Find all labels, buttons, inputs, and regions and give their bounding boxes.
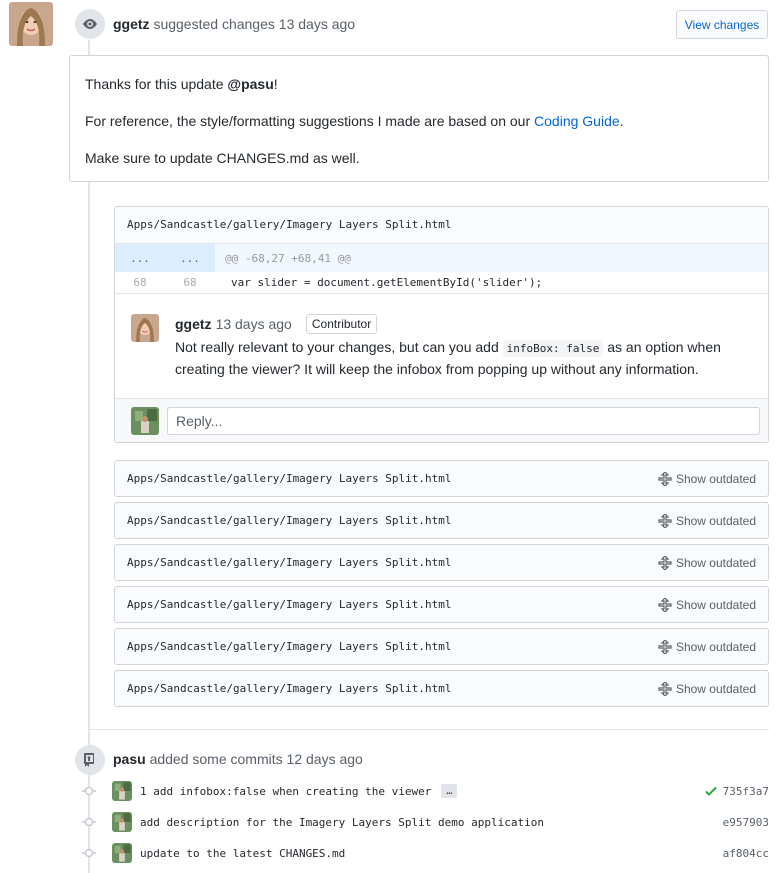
show-outdated-button[interactable]: Show outdated bbox=[658, 555, 756, 570]
diff-hunk-header: ... ... @@ -68,27 +68,41 @@ bbox=[115, 244, 768, 272]
avatar[interactable] bbox=[131, 314, 159, 342]
show-outdated-label: Show outdated bbox=[675, 471, 756, 486]
commit-dot-icon bbox=[80, 846, 98, 860]
code-text: var slider = document.getElementById('sl… bbox=[231, 276, 543, 289]
show-outdated-label: Show outdated bbox=[675, 639, 756, 654]
text: Thanks for this update bbox=[85, 76, 228, 92]
commits-action: added some commits bbox=[149, 751, 283, 767]
reply-area bbox=[115, 399, 768, 442]
unfold-icon bbox=[658, 597, 672, 612]
show-outdated-button[interactable]: Show outdated bbox=[658, 471, 756, 486]
commit-message[interactable]: 1 add infobox:false when creating the vi… bbox=[140, 785, 431, 798]
hunk-left-expander[interactable]: ... bbox=[115, 244, 165, 272]
check-icon[interactable] bbox=[704, 785, 717, 797]
commit-dot-icon bbox=[80, 784, 98, 798]
commit-message[interactable]: update to the latest CHANGES.md bbox=[140, 847, 345, 860]
outdated-file-2[interactable]: Apps/Sandcastle/gallery/Imagery Layers S… bbox=[114, 502, 769, 539]
file-path[interactable]: Apps/Sandcastle/gallery/Imagery Layers S… bbox=[115, 207, 768, 244]
commit-sha-group: 735f3a7 bbox=[704, 785, 769, 798]
avatar[interactable] bbox=[131, 407, 159, 435]
timeline-divider bbox=[89, 729, 769, 730]
comment-author[interactable]: ggetz bbox=[175, 316, 212, 332]
eye-icon bbox=[75, 9, 105, 39]
file-path[interactable]: Apps/Sandcastle/gallery/Imagery Layers S… bbox=[127, 556, 452, 569]
view-changes-button[interactable]: View changes bbox=[676, 10, 768, 39]
diff-code-line: 68 68 var slider = document.getElementBy… bbox=[115, 272, 768, 294]
commit-sha-group: af804cc bbox=[723, 847, 769, 860]
commit-sha[interactable]: af804cc bbox=[723, 847, 769, 860]
show-outdated-label: Show outdated bbox=[675, 681, 756, 696]
text: For reference, the style/formatting sugg… bbox=[85, 113, 535, 129]
file-path[interactable]: Apps/Sandcastle/gallery/Imagery Layers S… bbox=[127, 598, 452, 611]
outdated-file-5[interactable]: Apps/Sandcastle/gallery/Imagery Layers S… bbox=[114, 628, 769, 665]
unfold-icon bbox=[658, 513, 672, 528]
unfold-icon bbox=[658, 471, 672, 486]
review-author[interactable]: ggetz bbox=[113, 16, 150, 32]
user-mention[interactable]: @pasu bbox=[227, 76, 273, 92]
avatar[interactable] bbox=[9, 2, 53, 46]
comment-meta: ggetz 13 days ago Contributor bbox=[175, 314, 378, 334]
commit-sha-group: e957903 bbox=[723, 816, 769, 829]
commit-row: update to the latest CHANGES.md af804cc bbox=[80, 842, 769, 864]
commit-row: add description for the Imagery Layers S… bbox=[80, 811, 769, 833]
line-number-right[interactable]: 68 bbox=[165, 272, 215, 293]
inline-comment: ggetz 13 days ago Contributor Not really… bbox=[115, 294, 768, 399]
repo-push-icon bbox=[75, 745, 105, 775]
text: . bbox=[619, 113, 624, 129]
commits-author[interactable]: pasu bbox=[113, 751, 146, 767]
review-line-1: Thanks for this update @pasu! bbox=[85, 74, 753, 94]
show-outdated-button[interactable]: Show outdated bbox=[658, 597, 756, 612]
hunk-right-expander[interactable]: ... bbox=[165, 244, 215, 272]
show-outdated-button[interactable]: Show outdated bbox=[658, 513, 756, 528]
comment-text: Not really relevant to your changes, but… bbox=[175, 337, 745, 380]
coding-guide-link[interactable]: Coding Guide bbox=[534, 113, 620, 129]
review-action: suggested changes bbox=[153, 16, 275, 32]
show-outdated-button[interactable]: Show outdated bbox=[658, 639, 756, 654]
unfold-icon bbox=[658, 555, 672, 570]
review-time[interactable]: 13 days ago bbox=[279, 16, 355, 32]
reply-input[interactable] bbox=[167, 407, 760, 435]
review-line-3: Make sure to update CHANGES.md as well. bbox=[85, 150, 360, 166]
text: ! bbox=[273, 76, 278, 92]
file-comment-box: Apps/Sandcastle/gallery/Imagery Layers S… bbox=[114, 206, 769, 443]
file-path[interactable]: Apps/Sandcastle/gallery/Imagery Layers S… bbox=[127, 472, 452, 485]
file-path[interactable]: Apps/Sandcastle/gallery/Imagery Layers S… bbox=[127, 640, 452, 653]
review-line-2: For reference, the style/formatting sugg… bbox=[85, 111, 753, 131]
inline-code: infoBox: false bbox=[502, 340, 604, 357]
avatar[interactable] bbox=[112, 781, 132, 801]
hunk-text: @@ -68,27 +68,41 @@ bbox=[225, 251, 351, 265]
line-number-left[interactable]: 68 bbox=[115, 272, 165, 293]
comment-time[interactable]: 13 days ago bbox=[216, 316, 292, 332]
file-path[interactable]: Apps/Sandcastle/gallery/Imagery Layers S… bbox=[127, 514, 452, 527]
show-outdated-label: Show outdated bbox=[675, 555, 756, 570]
outdated-file-1[interactable]: Apps/Sandcastle/gallery/Imagery Layers S… bbox=[114, 460, 769, 497]
expand-commit-button[interactable]: … bbox=[441, 784, 458, 798]
unfold-icon bbox=[658, 639, 672, 654]
outdated-file-3[interactable]: Apps/Sandcastle/gallery/Imagery Layers S… bbox=[114, 544, 769, 581]
commit-message[interactable]: add description for the Imagery Layers S… bbox=[140, 816, 544, 829]
show-outdated-button[interactable]: Show outdated bbox=[658, 681, 756, 696]
contributor-badge: Contributor bbox=[305, 314, 378, 334]
avatar[interactable] bbox=[112, 812, 132, 832]
commits-time[interactable]: 12 days ago bbox=[287, 751, 363, 767]
avatar[interactable] bbox=[112, 843, 132, 863]
review-header: ggetz suggested changes 13 days ago bbox=[113, 16, 355, 32]
commit-sha[interactable]: e957903 bbox=[723, 816, 769, 829]
outdated-file-6[interactable]: Apps/Sandcastle/gallery/Imagery Layers S… bbox=[114, 670, 769, 707]
commit-sha[interactable]: 735f3a7 bbox=[723, 785, 769, 798]
commit-row: 1 add infobox:false when creating the vi… bbox=[80, 780, 769, 802]
unfold-icon bbox=[658, 681, 672, 696]
file-path[interactable]: Apps/Sandcastle/gallery/Imagery Layers S… bbox=[127, 682, 452, 695]
outdated-file-4[interactable]: Apps/Sandcastle/gallery/Imagery Layers S… bbox=[114, 586, 769, 623]
commits-header: pasu added some commits 12 days ago bbox=[113, 751, 363, 767]
commit-dot-icon bbox=[80, 815, 98, 829]
text: Not really relevant to your changes, but… bbox=[175, 339, 503, 355]
review-body: Thanks for this update @pasu! For refere… bbox=[69, 55, 769, 182]
show-outdated-label: Show outdated bbox=[675, 597, 756, 612]
show-outdated-label: Show outdated bbox=[675, 513, 756, 528]
